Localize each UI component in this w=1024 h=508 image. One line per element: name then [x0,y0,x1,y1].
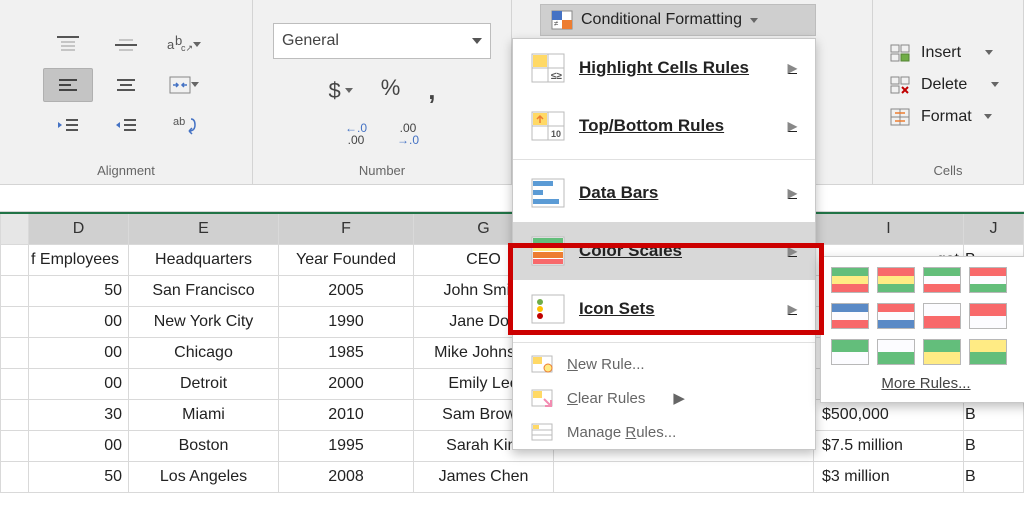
increase-decimal-button[interactable]: ←.0 .00 [345,122,367,146]
format-button[interactable]: Format [889,107,992,127]
color-scale-swatch[interactable] [969,267,1007,293]
svg-text:≠: ≠ [554,19,559,28]
menu-clear-rules[interactable]: Clear Rules▶ [513,381,815,415]
number-format-value: General [282,32,339,50]
highlight-rules-icon: ≤≥ [531,53,565,83]
color-scale-swatch[interactable] [831,339,869,365]
align-left-button[interactable] [43,68,93,102]
number-format-combo[interactable]: General [273,23,491,59]
col-header-F[interactable]: F [279,213,414,245]
color-scale-swatch[interactable] [831,267,869,293]
decrease-decimal-button[interactable]: .00 →.0 [397,122,419,146]
col-header-J[interactable]: J [964,213,1024,245]
delete-icon [889,75,911,95]
data-bars-icon [531,178,565,208]
new-rule-icon [531,355,553,373]
chevron-down-icon [472,38,482,44]
merge-center-button[interactable] [159,68,209,102]
menu-top-bottom-rules[interactable]: 10 Top/Bottom Rules▶ [513,97,815,155]
wrap-text-button[interactable]: ab [159,108,209,142]
icon-sets-icon [531,294,565,324]
col-header-D[interactable]: D [29,213,129,245]
color-scale-swatch[interactable] [923,339,961,365]
more-rules-link[interactable]: More Rules... [831,375,1021,392]
conditional-formatting-menu: ≤≥ Highlight Cells Rules▶ 10 Top/Bottom … [512,38,816,450]
caret-down-icon [750,18,758,23]
color-scale-swatch[interactable] [877,267,915,293]
comma-button[interactable]: , [428,75,435,106]
number-group-label: Number [263,163,501,182]
svg-text:ab: ab [173,116,185,128]
delete-button[interactable]: Delete [889,75,999,95]
svg-text:10: 10 [551,129,561,139]
menu-highlight-cells-rules[interactable]: ≤≥ Highlight Cells Rules▶ [513,39,815,97]
percent-button[interactable]: % [381,75,401,106]
color-scale-swatch[interactable] [877,303,915,329]
svg-text:a: a [167,37,175,52]
align-top-button[interactable] [43,28,93,62]
conditional-formatting-button[interactable]: ≠ Conditional Formatting [540,4,816,36]
color-scales-submenu: More Rules... [820,256,1024,403]
color-scale-swatch[interactable] [969,339,1007,365]
color-scale-swatch[interactable] [831,303,869,329]
format-icon [889,107,911,127]
color-scales-swatch-grid [831,267,1021,365]
align-center-button[interactable] [101,68,151,102]
orientation-button[interactable]: abc↗ [159,28,209,62]
clear-rules-icon [531,389,553,407]
insert-icon [889,43,911,63]
color-scale-swatch[interactable] [877,339,915,365]
cells-group: Insert Delete Format Cells [873,0,1024,184]
color-scales-icon [531,236,565,266]
alignment-group: abc↗ ab Alignment [0,0,253,184]
svg-text:c↗: c↗ [181,43,193,53]
svg-text:≤≥: ≤≥ [551,71,562,82]
col-header-I[interactable]: I [814,213,964,245]
menu-icon-sets[interactable]: Icon Sets▶ [513,280,815,338]
number-group: General $ % , ←.0 .00 .00 →.0 Number [253,0,512,184]
menu-data-bars[interactable]: Data Bars▶ [513,164,815,222]
menu-manage-rules[interactable]: Manage Rules... [513,415,815,449]
alignment-group-label: Alignment [10,163,242,182]
insert-button[interactable]: Insert [889,43,993,63]
conditional-formatting-icon: ≠ [551,10,573,30]
menu-color-scales[interactable]: Color Scales▶ [513,222,815,280]
top-bottom-icon: 10 [531,111,565,141]
color-scale-swatch[interactable] [923,303,961,329]
decrease-indent-button[interactable] [43,108,93,142]
col-header-E[interactable]: E [129,213,279,245]
align-middle-button[interactable] [101,28,151,62]
table-row[interactable]: 50Los Angeles2008James Chen$3 millionB [1,462,1024,493]
manage-rules-icon [531,423,553,441]
menu-new-rule[interactable]: NNew Rule...ew Rule... [513,347,815,381]
currency-button[interactable]: $ [328,75,352,106]
color-scale-swatch[interactable] [969,303,1007,329]
color-scale-swatch[interactable] [923,267,961,293]
increase-indent-button[interactable] [101,108,151,142]
cells-group-label: Cells [883,163,1013,182]
